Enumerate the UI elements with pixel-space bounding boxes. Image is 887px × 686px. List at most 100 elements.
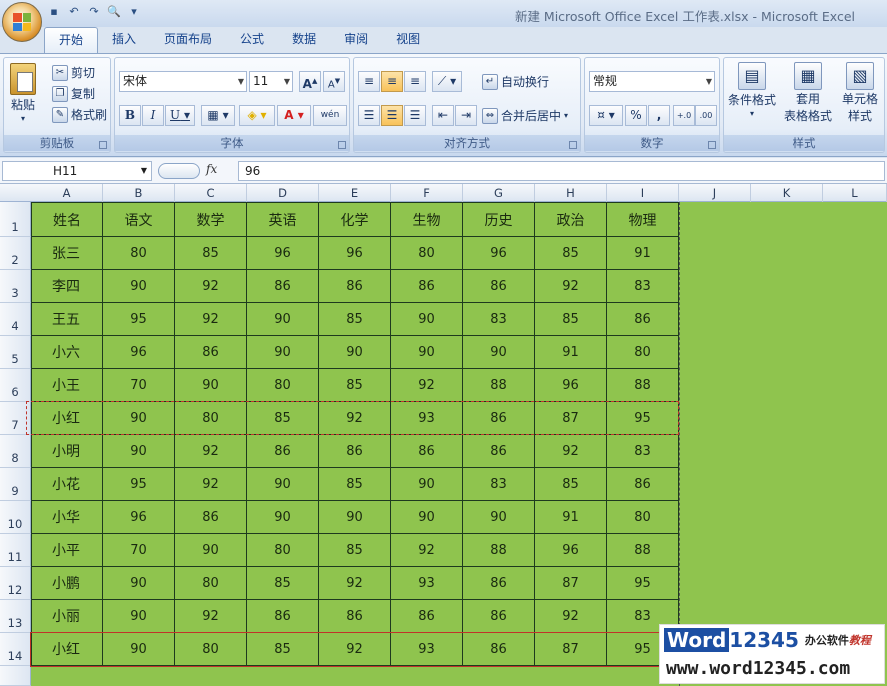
cut-button[interactable]: ✂ 剪切 — [52, 64, 95, 81]
score-cell[interactable]: 70 — [103, 369, 175, 402]
score-cell[interactable]: 83 — [607, 270, 679, 303]
row-header[interactable]: 13 — [0, 600, 31, 633]
wrap-text-button[interactable]: ↵ 自动换行 — [482, 73, 549, 90]
score-cell[interactable]: 90 — [175, 534, 247, 567]
bold-button[interactable]: B — [119, 105, 141, 126]
score-cell[interactable]: 85 — [535, 468, 607, 501]
score-cell[interactable]: 86 — [607, 468, 679, 501]
score-cell[interactable]: 92 — [535, 435, 607, 468]
table-header-cell[interactable]: 英语 — [247, 202, 319, 237]
score-cell[interactable]: 90 — [247, 501, 319, 534]
score-cell[interactable]: 88 — [463, 534, 535, 567]
score-cell[interactable]: 90 — [319, 336, 391, 369]
score-cell[interactable]: 88 — [463, 369, 535, 402]
name-cell[interactable]: 小六 — [31, 336, 103, 369]
row-header[interactable]: 14 — [0, 633, 31, 666]
increase-indent-button[interactable]: ⇥ — [455, 105, 477, 126]
column-header[interactable]: H — [535, 184, 607, 202]
align-bottom-button[interactable]: ≡ — [404, 71, 426, 92]
font-color-button[interactable]: A ▾ — [277, 105, 311, 126]
score-cell[interactable]: 90 — [247, 468, 319, 501]
score-cell[interactable]: 90 — [103, 567, 175, 600]
score-cell[interactable]: 90 — [247, 336, 319, 369]
table-header-cell[interactable]: 姓名 — [31, 202, 103, 237]
font-size-combo[interactable]: 11 ▼ — [249, 71, 293, 92]
column-header[interactable]: C — [175, 184, 247, 202]
row-header[interactable]: 12 — [0, 567, 31, 600]
score-cell[interactable]: 90 — [319, 501, 391, 534]
tab-4[interactable]: 数据 — [278, 27, 330, 53]
name-cell[interactable]: 小鹏 — [31, 567, 103, 600]
score-cell[interactable]: 80 — [391, 237, 463, 270]
align-top-button[interactable]: ≡ — [358, 71, 380, 92]
score-cell[interactable]: 86 — [463, 270, 535, 303]
table-header-cell[interactable]: 物理 — [607, 202, 679, 237]
column-header[interactable]: D — [247, 184, 319, 202]
score-cell[interactable]: 86 — [391, 435, 463, 468]
row-header[interactable]: 6 — [0, 369, 31, 402]
score-cell[interactable]: 90 — [391, 501, 463, 534]
shrink-font-button[interactable]: A▼ — [323, 71, 345, 92]
row-header[interactable]: 10 — [0, 501, 31, 534]
score-cell[interactable]: 86 — [463, 600, 535, 633]
row-header[interactable]: 1 — [0, 202, 31, 237]
insert-function-button[interactable]: fx — [206, 162, 217, 176]
score-cell[interactable]: 80 — [175, 567, 247, 600]
score-cell[interactable]: 95 — [607, 567, 679, 600]
decrease-decimal-button[interactable]: .00 — [695, 105, 717, 126]
score-cell[interactable]: 86 — [319, 435, 391, 468]
score-cell[interactable]: 86 — [607, 303, 679, 336]
align-left-button[interactable]: ☰ — [358, 105, 380, 126]
name-cell[interactable]: 小明 — [31, 435, 103, 468]
score-cell[interactable]: 92 — [535, 270, 607, 303]
tab-2[interactable]: 页面布局 — [150, 27, 226, 53]
name-cell[interactable]: 小丽 — [31, 600, 103, 633]
score-cell[interactable]: 90 — [391, 468, 463, 501]
score-cell[interactable]: 86 — [319, 270, 391, 303]
row-header[interactable]: 2 — [0, 237, 31, 270]
table-header-cell[interactable]: 语文 — [103, 202, 175, 237]
score-cell[interactable]: 86 — [247, 600, 319, 633]
currency-button[interactable]: ¤ ▾ — [589, 105, 623, 126]
score-cell[interactable]: 86 — [247, 435, 319, 468]
score-cell[interactable]: 90 — [463, 336, 535, 369]
score-cell[interactable]: 96 — [103, 501, 175, 534]
dialog-launcher-icon[interactable] — [569, 141, 577, 149]
score-cell[interactable]: 92 — [319, 567, 391, 600]
tab-1[interactable]: 插入 — [98, 27, 150, 53]
score-cell[interactable]: 86 — [391, 270, 463, 303]
score-cell[interactable]: 83 — [607, 435, 679, 468]
align-middle-button[interactable]: ≡ — [381, 71, 403, 92]
name-box[interactable]: H11 ▼ — [2, 161, 152, 181]
score-cell[interactable]: 86 — [463, 435, 535, 468]
align-center-button[interactable]: ☰ — [381, 105, 403, 126]
column-header[interactable]: B — [103, 184, 175, 202]
tab-0[interactable]: 开始 — [44, 27, 99, 53]
score-cell[interactable]: 92 — [175, 435, 247, 468]
score-cell[interactable]: 86 — [247, 270, 319, 303]
row-header[interactable]: 3 — [0, 270, 31, 303]
column-header[interactable]: J — [679, 184, 751, 202]
phonetic-button[interactable]: wén — [313, 105, 347, 126]
name-cell[interactable]: 李四 — [31, 270, 103, 303]
score-cell[interactable]: 87 — [535, 567, 607, 600]
score-cell[interactable]: 90 — [103, 435, 175, 468]
score-cell[interactable]: 90 — [463, 501, 535, 534]
row-header[interactable]: 4 — [0, 303, 31, 336]
conditional-format-button[interactable]: ▤ 条件格式 ▾ — [728, 62, 776, 118]
score-cell[interactable]: 95 — [103, 303, 175, 336]
score-cell[interactable]: 92 — [175, 270, 247, 303]
office-button[interactable] — [2, 2, 42, 42]
copy-button[interactable]: ❐ 复制 — [52, 85, 95, 102]
score-cell[interactable]: 70 — [103, 534, 175, 567]
name-cell[interactable]: 张三 — [31, 237, 103, 270]
score-cell[interactable]: 86 — [175, 336, 247, 369]
table-header-cell[interactable]: 化学 — [319, 202, 391, 237]
row-header[interactable]: 5 — [0, 336, 31, 369]
score-cell[interactable]: 83 — [463, 303, 535, 336]
dialog-launcher-icon[interactable] — [99, 141, 107, 149]
score-cell[interactable]: 93 — [391, 567, 463, 600]
score-cell[interactable]: 85 — [319, 369, 391, 402]
tab-3[interactable]: 公式 — [226, 27, 278, 53]
score-cell[interactable]: 92 — [175, 468, 247, 501]
